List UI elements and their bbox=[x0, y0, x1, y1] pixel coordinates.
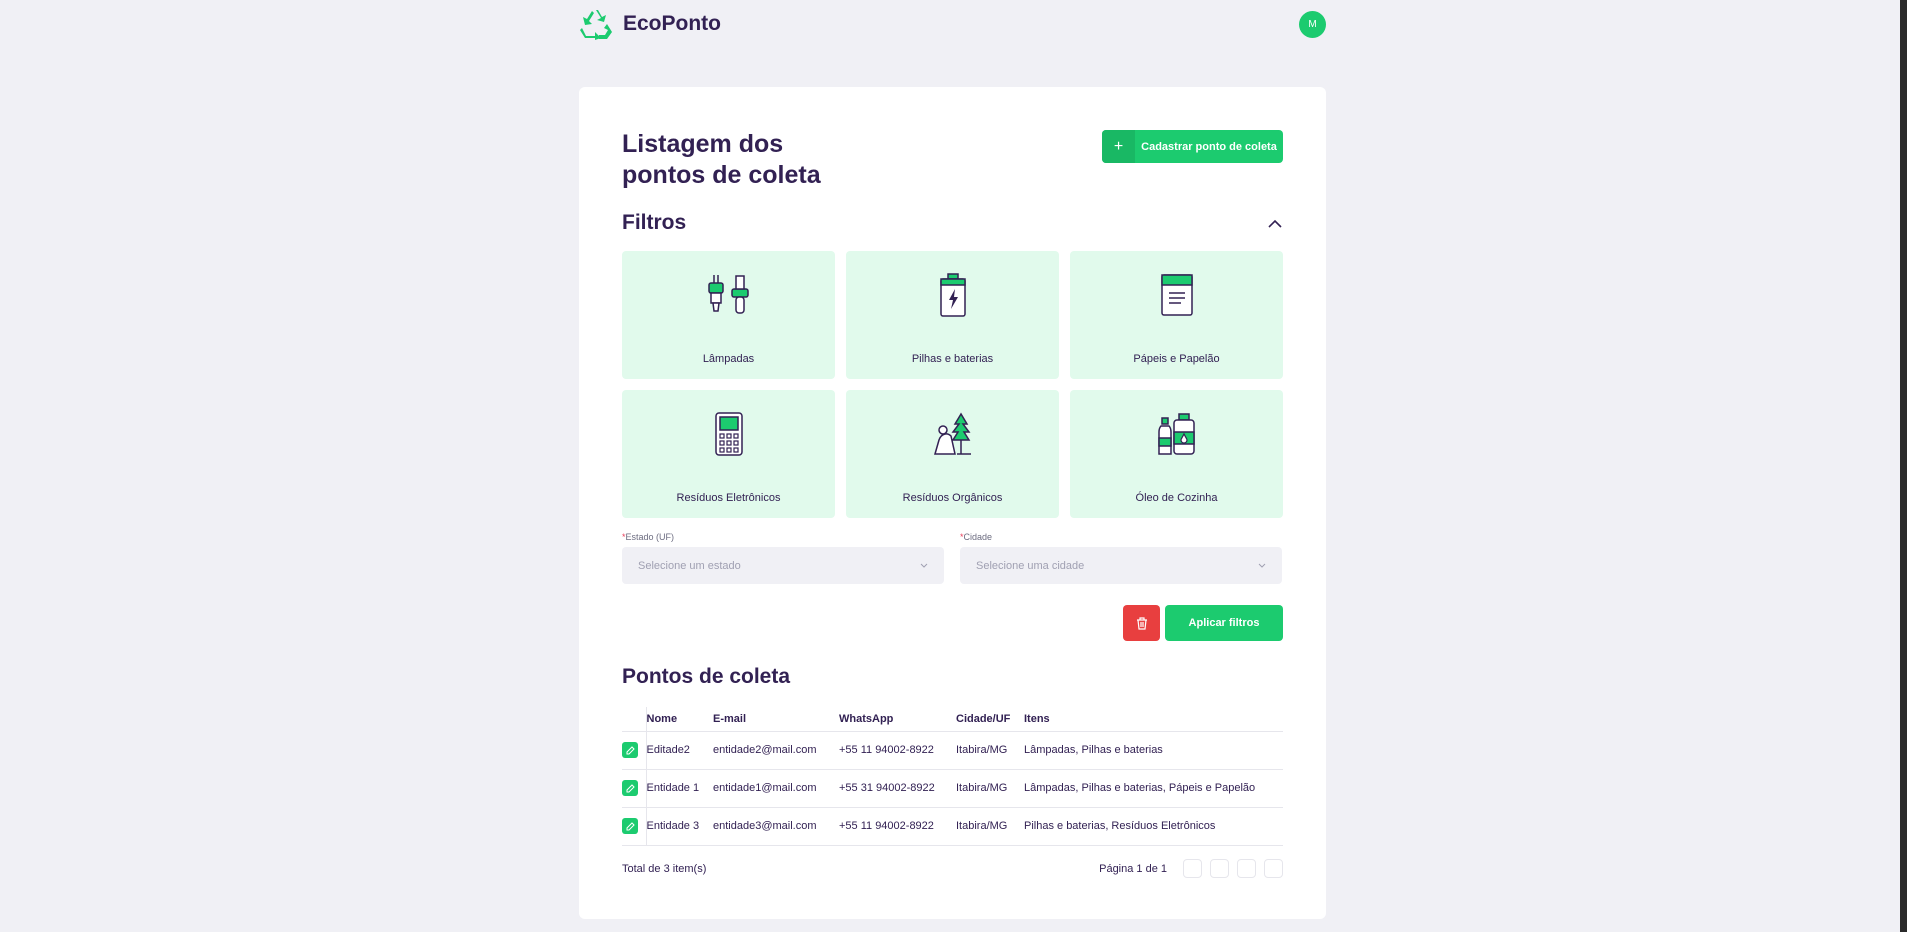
points-table: Nome E-mail WhatsApp Cidade/UF Itens Edi… bbox=[622, 707, 1283, 846]
chevron-up-icon[interactable] bbox=[1267, 215, 1283, 231]
page-title: Listagem dos pontos de coleta bbox=[622, 130, 821, 189]
page-indicator: Página 1 de 1 bbox=[1099, 862, 1167, 875]
edit-icon[interactable] bbox=[622, 742, 638, 758]
state-field: *Estado (UF) Selecione um estado bbox=[622, 532, 944, 584]
last-page-button[interactable] bbox=[1264, 859, 1283, 878]
cell-whatsapp: +55 31 94002-8922 bbox=[839, 769, 956, 808]
cell-name: Entidade 1 bbox=[645, 769, 713, 808]
filter-item-label: Óleo de Cozinha bbox=[1135, 492, 1218, 504]
add-button-label: Cadastrar ponto de coleta bbox=[1141, 140, 1277, 153]
trash-icon bbox=[1136, 616, 1147, 630]
column-header[interactable]: Nome bbox=[645, 707, 713, 732]
table-row: Entidade 3 entidade3@mail.com +55 11 940… bbox=[622, 807, 1283, 846]
filter-actions: Aplicar filtros bbox=[622, 605, 1283, 641]
filter-item-label: Lâmpadas bbox=[702, 353, 755, 365]
total-count: Total de 3 item(s) bbox=[622, 862, 707, 875]
cell-email: entidade3@mail.com bbox=[713, 807, 839, 846]
location-selects: *Estado (UF) Selecione um estado *Cidade… bbox=[622, 532, 1283, 584]
recycle-icon bbox=[580, 10, 612, 40]
pagination: Página 1 de 1 bbox=[1099, 859, 1283, 878]
column-header[interactable]: Itens bbox=[1024, 707, 1283, 732]
organic-icon bbox=[931, 410, 975, 458]
main-card: Listagem dos pontos de coleta + Cadastra… bbox=[579, 87, 1326, 919]
filters-header: Filtros bbox=[622, 211, 1283, 235]
avatar[interactable]: M bbox=[1299, 10, 1326, 38]
filter-item-pilhas[interactable]: Pilhas e baterias bbox=[846, 251, 1059, 379]
column-header[interactable]: E-mail bbox=[713, 707, 839, 732]
cell-whatsapp: +55 11 94002-8922 bbox=[839, 807, 956, 846]
state-label: *Estado (UF) bbox=[622, 532, 675, 542]
cell-email: entidade2@mail.com bbox=[713, 731, 839, 770]
points-title: Pontos de coleta bbox=[622, 665, 791, 688]
filter-item-label: Resíduos Orgânicos bbox=[902, 492, 1003, 504]
paper-icon bbox=[1160, 271, 1194, 319]
table-header-row: Nome E-mail WhatsApp Cidade/UF Itens bbox=[622, 707, 1283, 732]
filter-item-label: Pápeis e Papelão bbox=[1133, 353, 1220, 365]
filter-item-eletronicos[interactable]: Resíduos Eletrônicos bbox=[622, 390, 835, 518]
cell-items: Pilhas e baterias, Resíduos Eletrônicos bbox=[1024, 807, 1283, 846]
cell-email: entidade1@mail.com bbox=[713, 769, 839, 808]
electronics-icon bbox=[714, 410, 744, 458]
prev-page-button[interactable] bbox=[1210, 859, 1229, 878]
cell-city: Itabira/MG bbox=[956, 731, 1024, 770]
filters-title: Filtros bbox=[622, 211, 687, 234]
cell-whatsapp: +55 11 94002-8922 bbox=[839, 731, 956, 770]
lamp-icon bbox=[706, 271, 752, 319]
filter-item-organicos[interactable]: Resíduos Orgânicos bbox=[846, 390, 1059, 518]
state-select[interactable]: Selecione um estado bbox=[622, 547, 944, 584]
cell-name: Editade2 bbox=[645, 731, 713, 770]
first-page-button[interactable] bbox=[1183, 859, 1202, 878]
top-bar: EcoPonto M bbox=[579, 0, 1326, 48]
battery-icon bbox=[938, 271, 968, 319]
state-placeholder: Selecione um estado bbox=[638, 559, 741, 572]
city-select[interactable]: Selecione uma cidade bbox=[960, 547, 1282, 584]
filter-item-lampadas[interactable]: Lâmpadas bbox=[622, 251, 835, 379]
next-page-button[interactable] bbox=[1237, 859, 1256, 878]
cell-city: Itabira/MG bbox=[956, 769, 1024, 808]
cell-city: Itabira/MG bbox=[956, 807, 1024, 846]
filter-item-oleo[interactable]: Óleo de Cozinha bbox=[1070, 390, 1283, 518]
logo[interactable]: EcoPonto bbox=[579, 8, 721, 40]
chevron-down-icon bbox=[1258, 563, 1266, 568]
column-header[interactable]: Cidade/UF bbox=[956, 707, 1024, 732]
cell-name: Entidade 3 bbox=[645, 807, 713, 846]
edit-icon[interactable] bbox=[622, 780, 638, 796]
chevron-down-icon bbox=[920, 563, 928, 568]
edit-icon[interactable] bbox=[622, 818, 638, 834]
filter-item-label: Resíduos Eletrônicos bbox=[676, 492, 781, 504]
filter-item-label: Pilhas e baterias bbox=[911, 353, 994, 365]
clear-filters-button[interactable] bbox=[1123, 605, 1160, 641]
city-field: *Cidade Selecione uma cidade bbox=[960, 532, 1282, 584]
add-collection-point-button[interactable]: + Cadastrar ponto de coleta bbox=[1102, 130, 1283, 163]
city-label: *Cidade bbox=[960, 532, 993, 542]
window-edge bbox=[1900, 0, 1907, 932]
table-row: Entidade 1 entidade1@mail.com +55 31 940… bbox=[622, 769, 1283, 808]
filter-items-grid: Lâmpadas Pilhas e baterias Pápeis e Pape… bbox=[622, 251, 1283, 518]
filter-item-papeis[interactable]: Pápeis e Papelão bbox=[1070, 251, 1283, 379]
apply-filters-button[interactable]: Aplicar filtros bbox=[1165, 605, 1283, 641]
city-placeholder: Selecione uma cidade bbox=[976, 559, 1085, 572]
table-row: Editade2 entidade2@mail.com +55 11 94002… bbox=[622, 731, 1283, 770]
plus-icon: + bbox=[1102, 130, 1135, 163]
column-header[interactable]: WhatsApp bbox=[839, 707, 956, 732]
app-name: EcoPonto bbox=[623, 12, 721, 35]
cell-items: Lâmpadas, Pilhas e baterias bbox=[1024, 731, 1283, 770]
table-footer: Total de 3 item(s) Página 1 de 1 bbox=[622, 859, 1283, 878]
oil-icon bbox=[1157, 410, 1197, 458]
cell-items: Lâmpadas, Pilhas e baterias, Pápeis e Pa… bbox=[1024, 769, 1283, 808]
